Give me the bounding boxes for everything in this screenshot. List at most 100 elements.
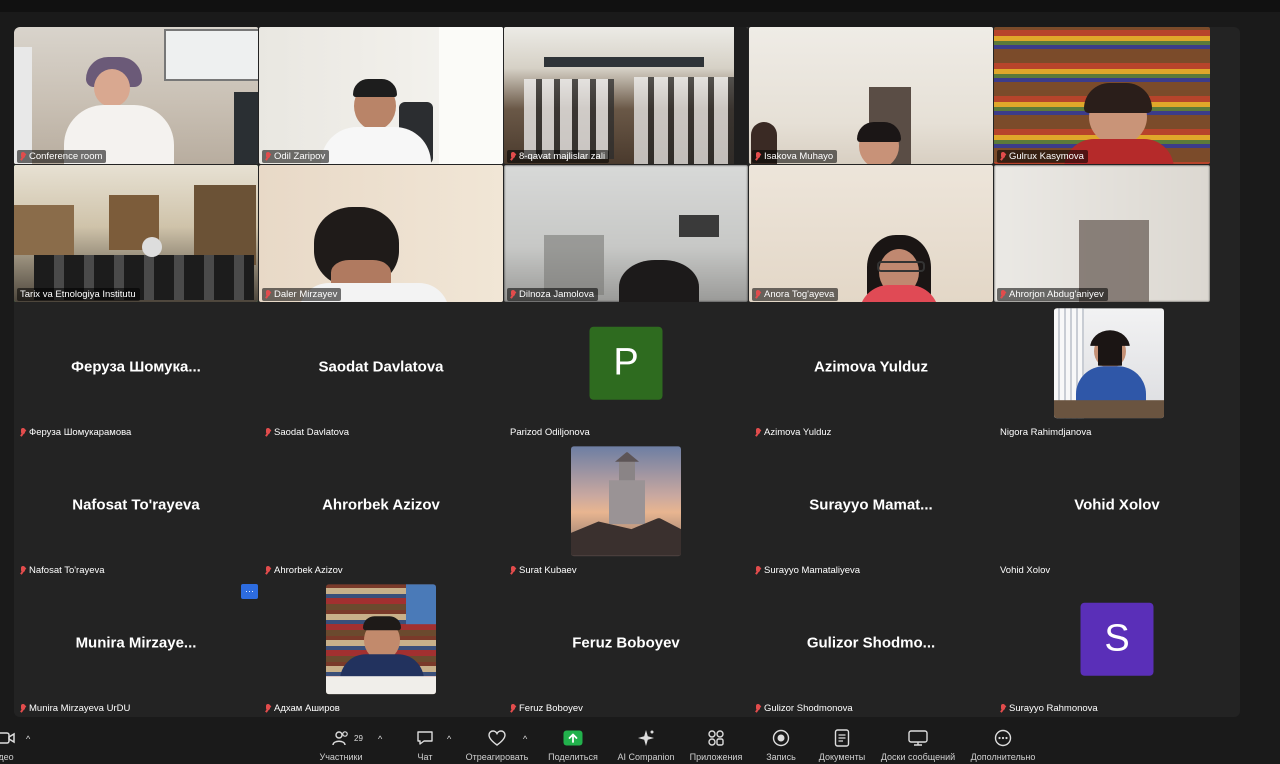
whiteboard-icon <box>908 728 928 748</box>
participant-name-tag: Ahrorbek Azizov <box>262 564 347 577</box>
participant-name-tag: Saodat Davlatova <box>262 426 353 439</box>
muted-mic-icon <box>20 152 26 161</box>
participant-name-tag: Odil Zaripov <box>262 150 330 163</box>
participant-display-name: Gulizor Shodmo... <box>806 633 936 651</box>
chat-options-chevron-icon[interactable]: ^ <box>447 734 451 744</box>
video-tile[interactable]: Isakova Muhayo <box>749 27 993 164</box>
participant-name-tag: Dilnoza Jamolova <box>507 288 598 301</box>
video-tile[interactable]: 8-qavat majlislar zali <box>504 27 748 164</box>
participant-name-tag: Conference room <box>17 150 107 163</box>
participant-tile[interactable]: Nigora Rahimdjanova <box>994 303 1210 440</box>
muted-mic-icon <box>1000 290 1006 299</box>
participant-tile[interactable]: S Surayyo Rahmonova <box>994 579 1210 716</box>
apps-icon <box>706 728 726 748</box>
participant-display-name: Feruz Boboyev <box>572 633 680 651</box>
participant-display-name: Vohid Xolov <box>1074 495 1160 513</box>
muted-mic-icon <box>265 152 271 161</box>
participant-name-tag: Azimova Yulduz <box>752 426 835 439</box>
participants-button[interactable]: Участники <box>301 728 381 762</box>
meeting-toolbar: део ^ Участники 29 ^ Чат ^ Отреагировать… <box>0 722 1280 764</box>
video-tile-active-speaker[interactable]: Tarix va Etnologiya Institutu <box>14 165 258 302</box>
participant-tile[interactable]: Gulizor Shodmo... Gulizor Shodmonova <box>749 579 993 716</box>
document-icon <box>832 728 852 748</box>
react-options-chevron-icon[interactable]: ^ <box>523 734 527 744</box>
participant-name-tag: Munira Mirzayeva UrDU <box>17 702 134 715</box>
muted-mic-icon <box>510 152 516 161</box>
participant-tile[interactable]: Феруза Шомука... Феруза Шомукарамова <box>14 303 258 440</box>
avatar-letter: S <box>1080 602 1154 676</box>
participant-display-name: Saodat Davlatova <box>318 357 444 375</box>
share-screen-button[interactable]: Поделиться <box>533 728 613 762</box>
participants-options-chevron-icon[interactable]: ^ <box>378 734 382 744</box>
participant-name-tag: Daler Mirzayev <box>262 288 342 301</box>
participants-count: 29 <box>354 734 363 743</box>
participant-tile[interactable]: Munira Mirzaye... Munira Mirzayeva UrDU <box>14 579 258 716</box>
participant-name-tag: Ahrorjon Abdug'aniyev <box>997 288 1108 301</box>
video-tile[interactable]: Gulrux Kasymova <box>994 27 1210 164</box>
muted-mic-icon <box>20 704 26 713</box>
participant-tile[interactable]: P Parizod Odiljonova <box>504 303 748 440</box>
whiteboards-button[interactable]: Доски сообщений <box>878 728 958 762</box>
muted-mic-icon <box>755 566 761 575</box>
muted-mic-icon <box>510 704 516 713</box>
more-button[interactable]: Дополнительно <box>963 728 1043 762</box>
participant-tile[interactable]: Адхам Аширов <box>259 579 503 716</box>
muted-mic-icon <box>20 566 26 575</box>
video-tile[interactable]: Anora Tog'ayeva <box>749 165 993 302</box>
avatar-photo <box>326 583 436 694</box>
muted-mic-icon <box>1000 704 1006 713</box>
participant-tile[interactable]: Ahrorbek Azizov Ahrorbek Azizov <box>259 441 503 578</box>
muted-mic-icon <box>265 290 271 299</box>
muted-mic-icon <box>510 290 516 299</box>
participant-name-tag: Nafosat To'rayeva <box>17 564 109 577</box>
muted-mic-icon <box>755 428 761 437</box>
video-options-chevron-icon[interactable]: ^ <box>26 734 30 744</box>
participant-name-tag: Tarix va Etnologiya Institutu <box>17 288 140 301</box>
tile-more-options-button[interactable]: ··· <box>241 584 258 599</box>
video-tile[interactable]: Odil Zaripov <box>259 27 503 164</box>
participant-tile[interactable]: Nafosat To'rayeva Nafosat To'rayeva <box>14 441 258 578</box>
video-tile[interactable]: Ahrorjon Abdug'aniyev <box>994 165 1210 302</box>
participant-name-tag: Nigora Rahimdjanova <box>1000 427 1092 438</box>
chat-button[interactable]: Чат <box>385 728 465 762</box>
muted-mic-icon <box>755 152 761 161</box>
participant-name-tag: Feruz Boboyev <box>507 702 587 715</box>
muted-mic-icon <box>755 704 761 713</box>
participant-display-name: Munira Mirzaye... <box>75 633 197 651</box>
muted-mic-icon <box>20 428 26 437</box>
participant-tile[interactable]: Surayyo Mamat... Surayyo Mamataliyeva <box>749 441 993 578</box>
more-dots-icon <box>993 728 1013 748</box>
muted-mic-icon <box>265 428 271 437</box>
video-tile[interactable]: Daler Mirzayev <box>259 165 503 302</box>
video-camera-icon <box>0 728 16 748</box>
avatar-photo <box>1054 307 1164 418</box>
participant-name-tag: Surayyo Mamataliyeva <box>752 564 864 577</box>
participant-display-name: Azimova Yulduz <box>814 357 928 375</box>
participant-name-tag: Parizod Odiljonova <box>510 427 590 438</box>
participant-tile[interactable]: Surat Kubaev <box>504 441 748 578</box>
participant-name-tag: Gulizor Shodmonova <box>752 702 857 715</box>
gallery-grid: Conference room Odil Zaripov 8-qavat maj… <box>14 27 1240 717</box>
muted-mic-icon <box>755 290 761 299</box>
muted-mic-icon <box>265 704 271 713</box>
documents-button[interactable]: Документы <box>802 728 882 762</box>
window-top-bar <box>0 0 1280 12</box>
participant-tile[interactable]: Feruz Boboyev Feruz Boboyev <box>504 579 748 716</box>
participant-display-name: Surayyo Mamat... <box>809 495 933 513</box>
participant-tile[interactable]: Azimova Yulduz Azimova Yulduz <box>749 303 993 440</box>
video-tile[interactable]: Conference room <box>14 27 258 164</box>
share-screen-icon <box>563 728 583 748</box>
video-button[interactable]: део <box>0 728 46 762</box>
participant-display-name: Ahrorbek Azizov <box>322 495 440 513</box>
heart-icon <box>487 728 507 748</box>
participant-name-tag: Anora Tog'ayeva <box>752 288 839 301</box>
participant-name-tag: Gulrux Kasymova <box>997 150 1088 163</box>
ai-companion-button[interactable]: AI Companion <box>606 728 686 762</box>
sparkle-icon <box>636 728 656 748</box>
participant-name-tag: Vohid Xolov <box>1000 565 1051 576</box>
participant-tile[interactable]: Saodat Davlatova Saodat Davlatova <box>259 303 503 440</box>
avatar-letter: P <box>589 326 663 400</box>
participant-name-tag: Surayyo Rahmonova <box>997 702 1102 715</box>
video-tile[interactable]: Dilnoza Jamolova <box>504 165 748 302</box>
participant-tile[interactable]: Vohid Xolov Vohid Xolov <box>994 441 1210 578</box>
